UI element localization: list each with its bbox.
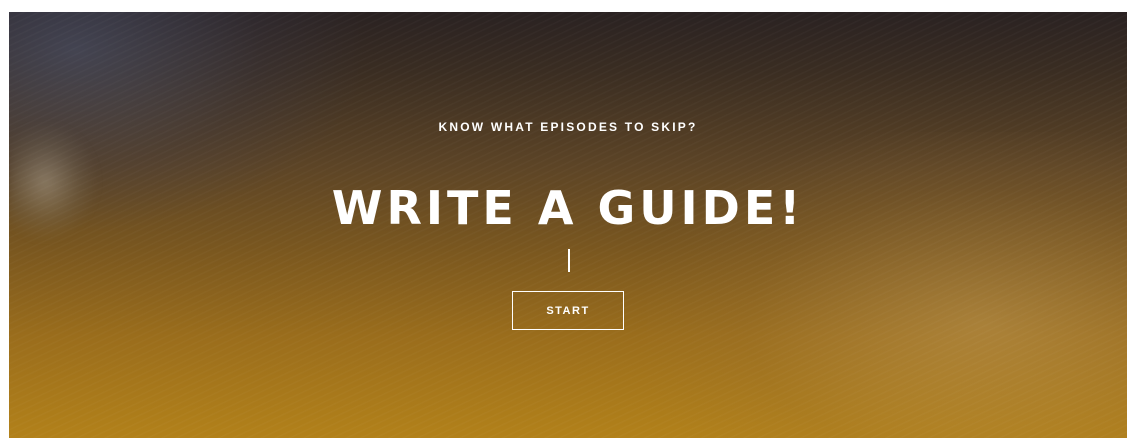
start-button-label: START (546, 304, 590, 317)
start-button[interactable]: START (512, 291, 624, 330)
hero-content: KNOW WHAT EPISODES TO SKIP? WRITE A GUID… (9, 12, 1127, 438)
hero-eyebrow: KNOW WHAT EPISODES TO SKIP? (438, 120, 698, 134)
hero-headline: WRITE A GUIDE! (331, 181, 805, 235)
hero-banner: KNOW WHAT EPISODES TO SKIP? WRITE A GUID… (9, 12, 1127, 438)
vertical-divider (568, 249, 570, 272)
